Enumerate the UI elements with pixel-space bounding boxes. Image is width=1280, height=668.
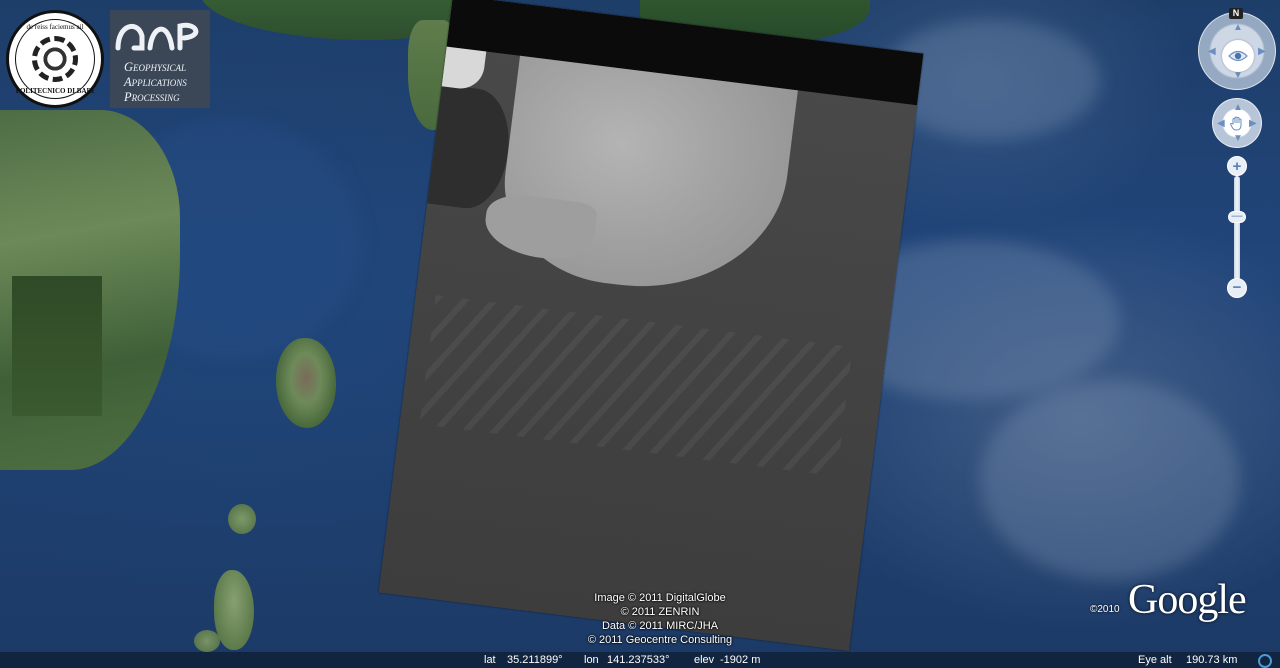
sar-image-overlay[interactable] bbox=[378, 0, 924, 651]
look-right-arrow-icon[interactable]: ▶ bbox=[1258, 47, 1266, 57]
logo-institution-name: POLITECNICO DI BARI bbox=[15, 87, 95, 95]
lat-label: lat bbox=[484, 654, 496, 666]
elev-value: -1902 m bbox=[720, 654, 761, 666]
logo-motto: de reiss faciemus ail bbox=[26, 23, 84, 31]
island bbox=[228, 504, 256, 534]
attribution-line: © 2011 ZENRIN bbox=[620, 606, 700, 618]
sar-bright-return bbox=[441, 46, 487, 92]
island bbox=[194, 630, 220, 652]
zoom-slider-thumb[interactable]: — bbox=[1228, 210, 1246, 223]
move-joystick[interactable]: ▲ ▼ ◀ ▶ bbox=[1212, 98, 1262, 148]
lat-value: 35.211899° bbox=[507, 654, 563, 666]
gap-line: Geophysical bbox=[124, 60, 187, 74]
gap-line: Applications bbox=[124, 75, 187, 89]
eye-alt-value: 190.73 km bbox=[1186, 654, 1238, 666]
move-down-arrow-icon[interactable]: ▼ bbox=[1233, 134, 1243, 144]
zoom-slider-track[interactable] bbox=[1234, 176, 1240, 280]
look-up-arrow-icon[interactable]: ▲ bbox=[1233, 23, 1243, 33]
lon-value: 141.237533° bbox=[607, 654, 670, 666]
look-joystick[interactable]: ▲ ▼ ◀ ▶ bbox=[1198, 12, 1276, 90]
sar-wave-streaks bbox=[419, 295, 853, 477]
island bbox=[276, 338, 336, 428]
island bbox=[214, 570, 254, 650]
eye-alt-label: Eye alt bbox=[1138, 654, 1172, 666]
loading-ring-icon bbox=[1258, 654, 1272, 668]
status-bar: lat 35.211899° lon 141.237533° elev -190… bbox=[0, 652, 1280, 668]
terrain-patch bbox=[12, 276, 102, 416]
north-indicator[interactable]: N bbox=[1229, 8, 1243, 19]
sar-dark-water bbox=[427, 84, 516, 213]
move-left-arrow-icon[interactable]: ◀ bbox=[1217, 119, 1225, 129]
politecnico-di-bari-logo: de reiss faciemus ail POLITECNICO DI BAR… bbox=[6, 10, 104, 108]
attribution-line: Data © 2011 MIRC/JHA bbox=[601, 620, 719, 632]
attribution-line: © 2011 Geocentre Consulting bbox=[587, 634, 733, 646]
elev-label: elev bbox=[694, 654, 715, 666]
look-down-arrow-icon[interactable]: ▼ bbox=[1233, 71, 1243, 81]
sar-land-mass bbox=[493, 55, 798, 304]
gap-mark-icon bbox=[115, 22, 199, 51]
look-left-arrow-icon[interactable]: ◀ bbox=[1208, 47, 1216, 57]
gap-logo-text: Geophysical Applications Processing bbox=[124, 60, 210, 105]
eye-icon[interactable] bbox=[1222, 40, 1254, 72]
attribution-line: Image © 2011 DigitalGlobe bbox=[594, 592, 726, 604]
cloud-cover bbox=[980, 380, 1240, 580]
gap-line: Processing bbox=[124, 90, 180, 104]
zoom-in-button[interactable]: + bbox=[1227, 156, 1247, 176]
hand-icon[interactable] bbox=[1229, 115, 1245, 131]
copyright-year: ©2010 bbox=[1090, 604, 1120, 615]
move-up-arrow-icon[interactable]: ▲ bbox=[1233, 103, 1243, 113]
imagery-attribution: Image © 2011 DigitalGlobe © 2011 ZENRIN … bbox=[520, 591, 800, 647]
move-right-arrow-icon[interactable]: ▶ bbox=[1249, 119, 1257, 129]
navigation-controls: ▲ ▼ ◀ ▶ N ▲ ▼ ◀ ▶ + — − bbox=[1198, 8, 1276, 300]
zoom-out-button[interactable]: − bbox=[1227, 278, 1247, 298]
gap-logo: Geophysical Applications Processing bbox=[110, 10, 210, 108]
lon-label: lon bbox=[584, 654, 599, 666]
google-logo: Google bbox=[1128, 577, 1247, 623]
